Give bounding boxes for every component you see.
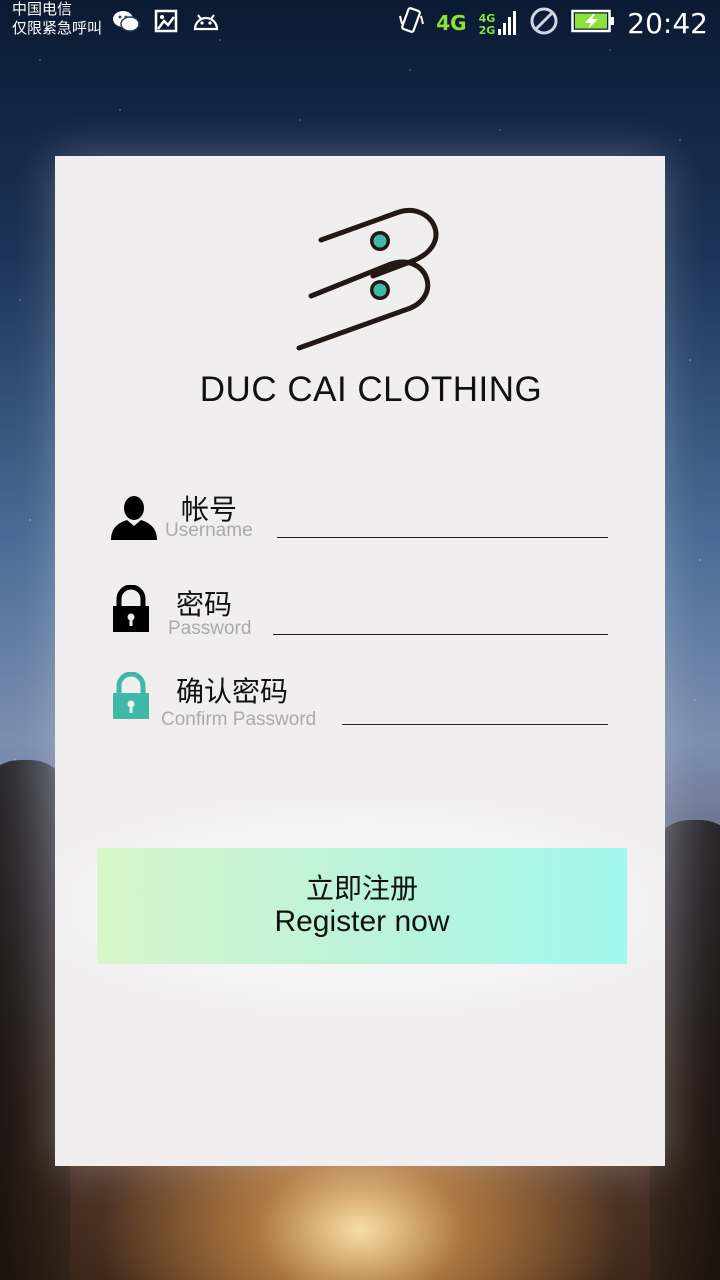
register-card: DUC CAI CLOTHING 帐号 Username 密码 Password… (55, 156, 665, 1166)
image-icon (154, 9, 178, 33)
password-input[interactable] (275, 599, 607, 633)
confirm-password-input[interactable] (345, 690, 607, 724)
password-field: 密码 Password (55, 581, 665, 641)
android-icon (192, 11, 220, 31)
duc-cai-logo-icon (295, 202, 445, 356)
carrier-status: 仅限紧急呼叫 (12, 19, 103, 37)
signal-icon: 4G 2G (479, 9, 518, 37)
no-sim-icon (529, 6, 559, 40)
password-label-en: Password (168, 618, 252, 639)
password-underline (273, 634, 608, 635)
carrier-name: 中国电信 (12, 0, 73, 18)
user-icon (111, 494, 157, 544)
brand-name: DUC CAI CLOTHING (199, 370, 543, 409)
battery-charging-icon (571, 8, 615, 38)
username-underline (277, 537, 608, 538)
screen: 中国电信 仅限紧急呼叫 4G 4G 2G 20:42 DUC CAI CLOTH… (0, 0, 720, 1280)
status-right: 4G 4G 2G 20:42 (398, 4, 708, 42)
register-glow: 立即注册 Register now (55, 796, 665, 1016)
dual-network-label: 4G 2G (478, 12, 496, 37)
carrier-info: 中国电信 仅限紧急呼叫 (12, 0, 102, 38)
confirm-password-field: 确认密码 Confirm Password (55, 668, 665, 732)
confirm-password-underline (342, 724, 608, 725)
clock: 20:42 (627, 6, 708, 40)
vibrate-icon (398, 6, 425, 40)
username-input[interactable] (279, 502, 607, 536)
register-label-en: Register now (274, 905, 450, 938)
confirm-password-label-en: Confirm Password (161, 709, 317, 730)
register-label-cn: 立即注册 (305, 872, 418, 905)
confirm-password-label-cn: 确认密码 (176, 675, 289, 708)
lock-teal-icon (111, 671, 151, 724)
username-label-en: Username (165, 520, 253, 541)
wechat-icon (112, 9, 140, 33)
username-field: 帐号 Username (55, 486, 665, 546)
status-bar: 中国电信 仅限紧急呼叫 4G 4G 2G 20:42 (0, 0, 720, 48)
notification-icons (112, 9, 220, 33)
network-type: 4G (436, 11, 467, 35)
password-label-cn: 密码 (176, 588, 233, 621)
register-button[interactable]: 立即注册 Register now (97, 848, 627, 964)
lock-icon (111, 584, 151, 637)
